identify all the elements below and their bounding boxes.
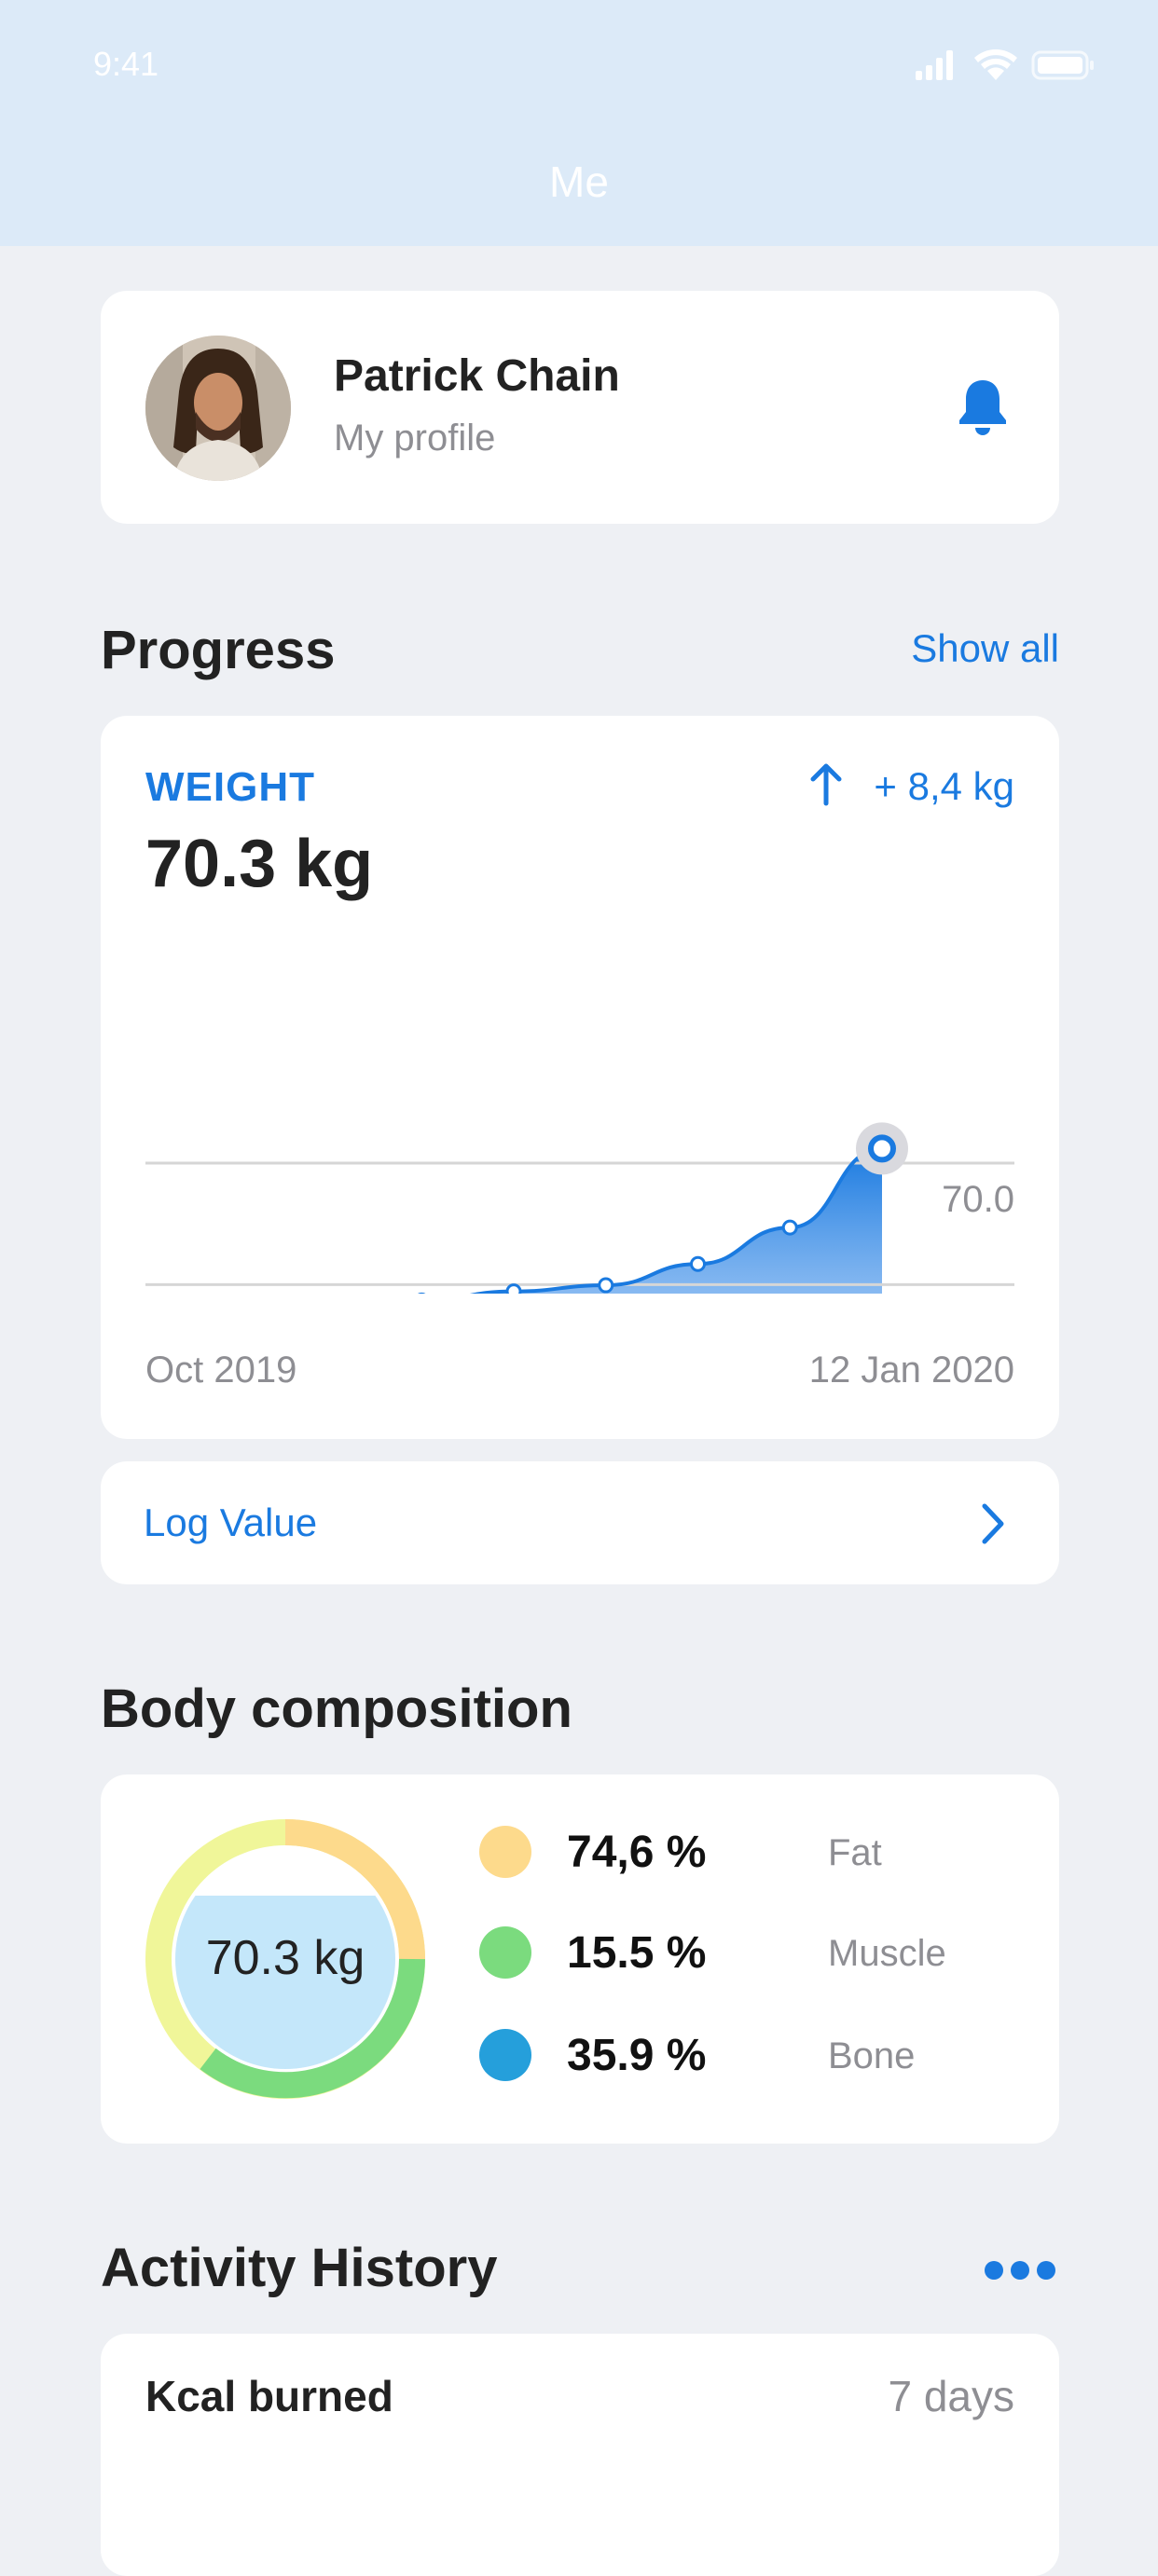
weight-chart: 70.066.062.0: [145, 1122, 1014, 1294]
muscle-value: 15.5 %: [567, 1928, 707, 1978]
muscle-label: Muscle: [828, 1933, 946, 1974]
data-point: [598, 1277, 614, 1294]
body-composition-card[interactable]: 70.3 kg 74,6 % Fat 15.5 % Muscle 35.9 % …: [101, 1774, 1059, 2144]
legend-item-bone: 35.9 % Bone: [479, 2024, 1001, 2090]
fat-label: Fat: [828, 1832, 882, 1873]
progress-title: Progress: [101, 620, 336, 680]
fat-value: 74,6 %: [567, 1828, 707, 1877]
avatar-image: [145, 336, 291, 481]
data-point: [505, 1283, 522, 1294]
legend-item-muscle: 15.5 % Muscle: [479, 1922, 1001, 1987]
range-selector[interactable]: 7 days: [888, 2371, 1014, 2421]
body-composition-title: Body composition: [101, 1679, 572, 1739]
weight-label: WEIGHT: [145, 764, 315, 810]
wifi-icon: [974, 49, 1017, 80]
fat-dot: [479, 1826, 531, 1878]
header-bar: [0, 0, 1158, 246]
status-time: 9:41: [93, 45, 159, 83]
page-title: Me: [549, 158, 609, 206]
composition-donut: 70.3 kg: [145, 1819, 425, 2099]
weight-card[interactable]: WEIGHT + 8,4 kg 70.3 kg 70.066.062.0 Oct…: [101, 716, 1059, 1439]
profile-name: Patrick Chain: [334, 351, 620, 401]
weight-delta: + 8,4 kg: [874, 764, 1014, 808]
legend-item-fat: 74,6 % Fat: [479, 1821, 1001, 1886]
bone-dot: [479, 2029, 531, 2081]
bell-icon[interactable]: [957, 377, 1009, 436]
activity-history-title: Activity History: [101, 2238, 498, 2298]
avatar[interactable]: [145, 336, 291, 481]
x-axis-start-label: Oct 2019: [145, 1350, 297, 1391]
current-data-point: [868, 1134, 896, 1163]
data-point: [781, 1219, 798, 1236]
donut-fill: [175, 1896, 395, 2069]
arrow-up-icon: [810, 763, 842, 806]
weight-area: [145, 1148, 882, 1294]
profile-subtitle: My profile: [334, 418, 496, 459]
x-axis-end-label: 12 Jan 2020: [808, 1350, 1014, 1391]
log-value-label: Log Value: [144, 1500, 318, 1544]
profile-card[interactable]: Patrick Chain My profile: [101, 291, 1059, 524]
signal-icon: [916, 50, 953, 80]
bone-label: Bone: [828, 2035, 916, 2076]
kcal-burned-label: Kcal burned: [145, 2372, 393, 2420]
donut-center-label: 70.3 kg: [206, 1931, 365, 1985]
y-tick-label: 70.0: [942, 1179, 1014, 1220]
status-icons: [916, 49, 1094, 80]
show-all-link[interactable]: Show all: [911, 626, 1059, 671]
weight-value: 70.3 kg: [145, 827, 374, 901]
more-icon[interactable]: [983, 2259, 1057, 2281]
activity-card[interactable]: Kcal burned 7 days: [101, 2334, 1059, 2576]
muscle-dot: [479, 1926, 531, 1979]
log-value-button[interactable]: Log Value: [101, 1461, 1059, 1584]
battery-icon: [1031, 50, 1094, 80]
data-point: [690, 1255, 706, 1272]
chevron-right-icon: [982, 1503, 1004, 1544]
bone-value: 35.9 %: [567, 2031, 707, 2080]
